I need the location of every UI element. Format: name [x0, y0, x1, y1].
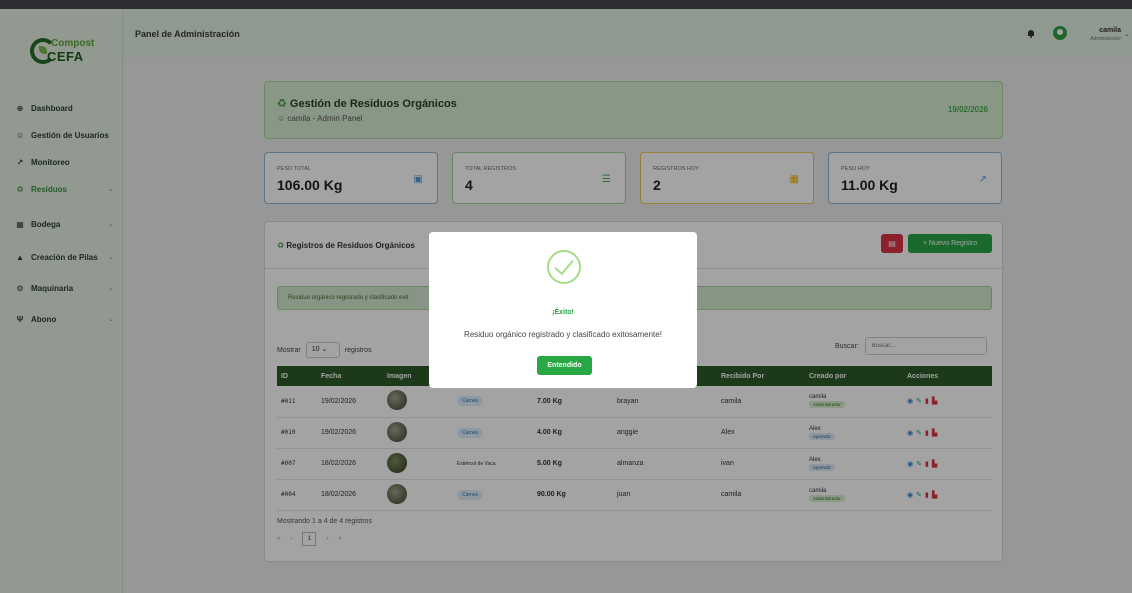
modal-title: ¡Éxito! — [552, 309, 574, 316]
modal-message: Residuo orgánico registrado y clasificad… — [464, 330, 662, 339]
success-check-icon — [547, 250, 581, 284]
success-modal: ¡Éxito! Residuo orgánico registrado y cl… — [429, 232, 697, 388]
confirm-button[interactable]: Entendido — [537, 356, 592, 375]
